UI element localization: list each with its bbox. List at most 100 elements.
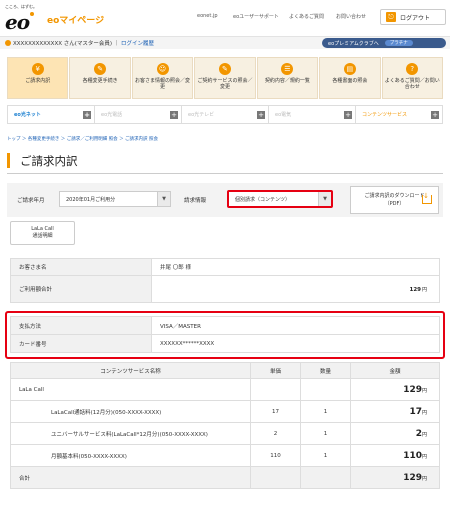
plus-icon[interactable]: + <box>431 111 439 119</box>
plus-icon[interactable]: + <box>257 111 265 119</box>
page-title: ご請求内訳 <box>20 153 78 168</box>
user-icon <box>5 40 11 46</box>
title-accent-bar <box>7 153 10 168</box>
service-eo-electric[interactable]: eo電気 + <box>269 106 356 123</box>
row-name: ユニバーサルサービス料(LaLaCall*12月分)(050-XXXX-XXXX… <box>10 422 251 445</box>
billing-info-select[interactable]: 個別請求（コンテンツ） ▼ <box>227 190 333 208</box>
menu-item-faq[interactable]: ? よくあるご質問／お問い合わせ <box>381 57 443 99</box>
edit-icon: ✎ <box>94 63 107 75</box>
table-row: カード番号 XXXXXX******XXXX <box>10 334 440 353</box>
premium-label: eoプレミアムクラブへ <box>328 40 379 47</box>
premium-club-button[interactable]: eoプレミアムクラブへ プラチナ <box>322 38 446 48</box>
payment-method-label: 支払方法 <box>10 316 152 335</box>
row-name: LaLa Call <box>10 378 251 401</box>
person-icon: ☺ <box>156 63 169 75</box>
row-unit: 110 <box>250 444 301 467</box>
plus-icon[interactable]: + <box>83 111 91 119</box>
table-row: ユニバーサルサービス料(LaLaCall*12月分)(050-XXXX-XXXX… <box>10 422 440 445</box>
menu-item-service-info[interactable]: ✎ ご契約サービスの照会／変更 <box>194 57 256 99</box>
service-label: eo光電話 <box>101 112 123 118</box>
card-number-label: カード番号 <box>10 334 152 353</box>
mypage-title[interactable]: eoマイページ <box>47 13 104 26</box>
total-amount-value: 129 <box>409 286 421 293</box>
plus-icon[interactable]: + <box>170 111 178 119</box>
menu-label: 各種変更手続き <box>82 78 118 84</box>
service-eo-tv[interactable]: eo光テレビ + <box>182 106 269 123</box>
payment-method-value: VISA／MASTER <box>151 316 440 335</box>
yen-unit: 円 <box>421 475 427 482</box>
site-header: こころ、はずむ。 eo eoマイページ eonet.jp eoユーザーサポート … <box>0 0 450 36</box>
menu-label: 各種書面の照会 <box>332 78 368 84</box>
lala-call-detail-button[interactable]: LaLa Call 通話明細 <box>10 221 75 245</box>
link-support[interactable]: eoユーザーサポート <box>233 13 279 20</box>
total-row-label: 合計 <box>10 466 251 489</box>
total-row-value: 129 <box>403 472 422 483</box>
download-pdf-button[interactable]: ご請求内訳のダウンロード （PDF） ↓ <box>350 186 439 214</box>
service-label: コンテンツサービス <box>362 112 408 118</box>
service-label: eo光ネット <box>14 112 41 118</box>
table-row: 月額基本料(050-XXXX-XXXX) 110 1 110円 <box>10 444 440 467</box>
question-icon: ? <box>406 63 419 75</box>
total-row: 合計 129円 <box>10 466 440 489</box>
menu-item-changes[interactable]: ✎ 各種変更手続き <box>69 57 131 99</box>
link-contact[interactable]: お問い合わせ <box>336 13 366 20</box>
plus-icon[interactable]: + <box>344 111 352 119</box>
service-eo-net[interactable]: eo光ネット + <box>8 106 95 123</box>
user-name: XXXXXXXXXXXXX さん(マスター会員) ｜ ログイン履歴 <box>13 41 155 47</box>
yen-icon: ¥ <box>31 63 44 75</box>
page: こころ、はずむ。 eo eoマイページ eonet.jp eoユーザーサポート … <box>0 0 450 518</box>
table-row: ご利用額合計 129円 <box>10 275 440 303</box>
menu-label: お客さま情報の照会／変更 <box>135 78 191 91</box>
table-row: 支払方法 VISA／MASTER <box>10 316 440 335</box>
row-amount: 2円 <box>350 422 440 445</box>
eo-logo[interactable]: eo <box>5 10 30 34</box>
service-eo-phone[interactable]: eo光電話 + <box>95 106 182 123</box>
card-number-value: XXXXXX******XXXX <box>151 334 440 353</box>
row-qty: 1 <box>300 444 351 467</box>
menu-item-customer-info[interactable]: ☺ お客さま情報の照会／変更 <box>131 57 194 99</box>
header-unit-price: 単価 <box>250 362 301 379</box>
service-label: eo電気 <box>275 112 292 118</box>
customer-table: お客さま名 井尾 〇郎 様 ご利用額合計 129円 <box>10 258 440 303</box>
row-qty <box>300 378 351 401</box>
link-faq[interactable]: よくあるご質問 <box>289 13 324 20</box>
header-service-name: コンテンツサービス名称 <box>10 362 251 379</box>
chevron-down-icon: ▼ <box>318 192 331 206</box>
total-amount: 129円 <box>151 275 440 303</box>
row-qty: 1 <box>300 422 351 445</box>
row-amount-value: 129 <box>403 384 422 395</box>
login-history-link[interactable]: ログイン履歴 <box>121 41 154 47</box>
table-row: LaLa Call 129円 <box>10 378 440 401</box>
row-unit <box>250 378 301 401</box>
row-amount: 129円 <box>350 378 440 401</box>
empty-cell <box>300 466 351 489</box>
breadcrumb[interactable]: トップ ＞ 各種変更手続き ＞ ご請求／ご利用明細 照会 ＞ ご請求内訳 照会 <box>7 136 158 142</box>
service-label: eo光テレビ <box>188 112 215 118</box>
link-eonet[interactable]: eonet.jp <box>197 13 218 19</box>
menu-item-billing[interactable]: ¥ ご請求内訳 <box>7 57 69 99</box>
door-icon: ⎋ <box>386 12 396 22</box>
download-tray-icon <box>422 195 432 204</box>
month-select[interactable]: 2020年01月ご利用分 ▼ <box>59 191 171 207</box>
table-header-row: コンテンツサービス名称 単価 数量 金額 <box>10 362 440 379</box>
table-row: お客さま名 井尾 〇郎 様 <box>10 258 440 276</box>
row-amount: 110円 <box>350 444 440 467</box>
document-icon: ▤ <box>343 63 356 75</box>
payment-table: 支払方法 VISA／MASTER カード番号 XXXXXX******XXXX <box>10 316 440 353</box>
user-name-text: XXXXXXXXXXXXX さん(マスター会員) <box>13 41 113 47</box>
chevron-down-icon: ▼ <box>157 192 170 206</box>
logout-button[interactable]: ⎋ ログアウト <box>380 9 446 25</box>
doc-icon: ✎ <box>218 63 231 75</box>
menu-item-documents[interactable]: ▤ 各種書面の照会 <box>319 57 381 99</box>
yen-unit: 円 <box>421 387 427 394</box>
yen-unit: 円 <box>421 286 427 293</box>
service-bar: eo光ネット + eo光電話 + eo光テレビ + eo電気 + コンテンツサー… <box>7 105 443 124</box>
row-unit: 2 <box>250 422 301 445</box>
page-title-block: ご請求内訳 <box>7 148 443 174</box>
menu-item-contracts[interactable]: ☰ 契約内容／規約一覧 <box>256 57 319 99</box>
menu-label: ご請求内訳 <box>25 78 51 84</box>
service-contents[interactable]: コンテンツサービス + <box>356 106 442 123</box>
detail-table: コンテンツサービス名称 単価 数量 金額 LaLa Call 129円 LaLa… <box>10 362 440 489</box>
row-name: 月額基本料(050-XXXX-XXXX) <box>10 444 251 467</box>
customer-name-label: お客さま名 <box>10 258 152 276</box>
